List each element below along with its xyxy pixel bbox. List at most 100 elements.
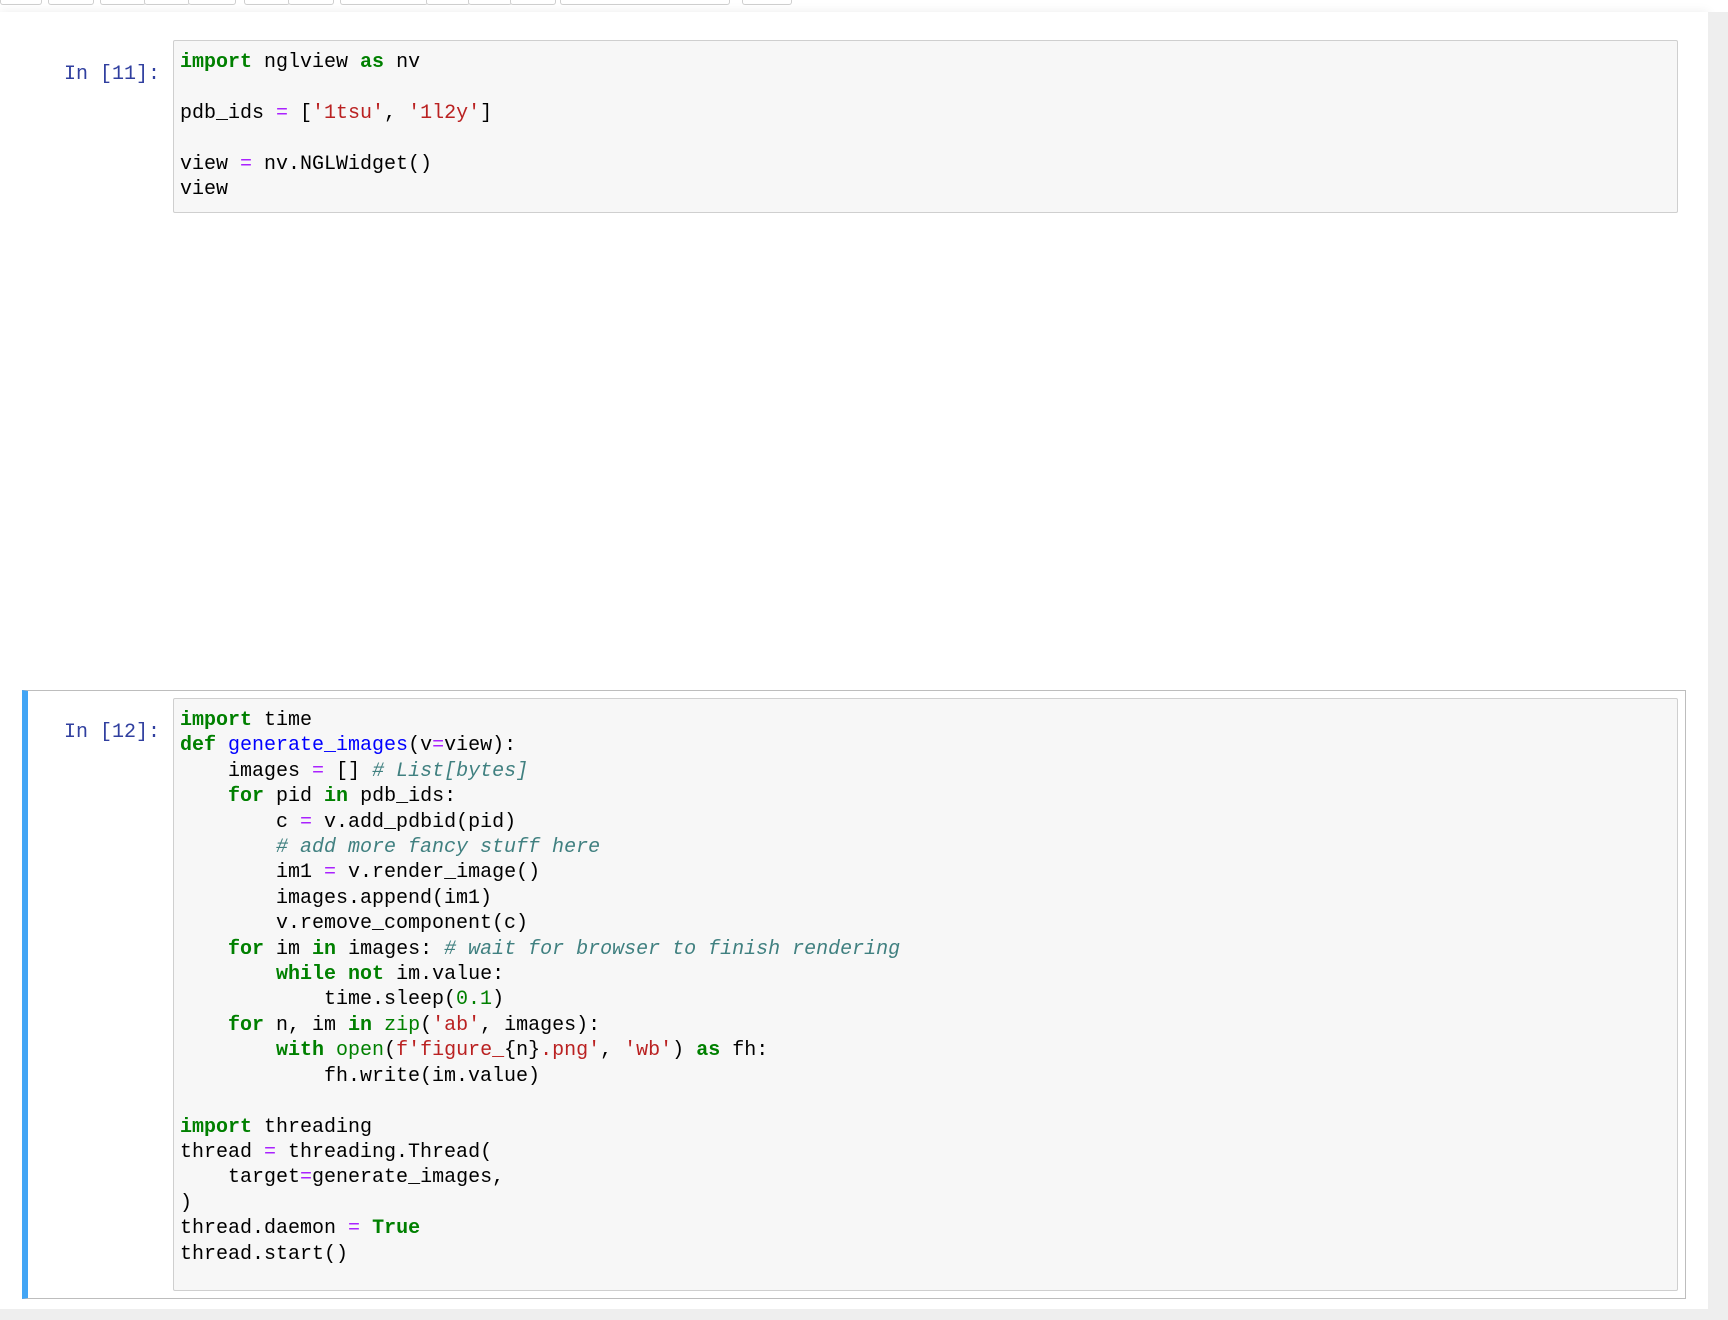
token: (v: [408, 734, 433, 758]
token: True: [372, 1217, 421, 1241]
token: time: [252, 709, 313, 732]
token: {n}: [504, 1039, 541, 1063]
token: v.add_pdbid(pid): [312, 810, 517, 834]
token: =: [324, 861, 337, 885]
notebook-container: In [11]: import nglview as nv pdb_ids = …: [0, 12, 1708, 1309]
toolbar-button[interactable]: [244, 0, 290, 5]
token: pid: [264, 785, 325, 809]
token: ,: [384, 101, 409, 125]
token: =: [348, 1217, 361, 1241]
token: generate_images: [228, 734, 409, 758]
token: =: [276, 101, 289, 125]
code-text[interactable]: import time def generate_images(v=view):…: [174, 699, 1677, 1276]
token: # add more fancy stuff here: [276, 836, 601, 860]
token: thread: [180, 1140, 265, 1164]
toolbar-button[interactable]: [288, 0, 334, 5]
token: [: [288, 101, 313, 125]
token: import: [180, 1115, 253, 1139]
toolbar-button[interactable]: [340, 0, 428, 5]
token: pdb_ids:: [348, 785, 457, 809]
token: view: [180, 178, 229, 202]
toolbar-button[interactable]: [742, 0, 792, 5]
token: =: [432, 734, 445, 758]
code-text[interactable]: import nglview as nv pdb_ids = ['1tsu', …: [174, 41, 1677, 211]
token: 0.1: [456, 988, 493, 1012]
token: f'figure_: [396, 1039, 505, 1063]
token: import: [180, 51, 253, 74]
token: (: [384, 1039, 397, 1063]
token: import: [180, 709, 253, 732]
token: def: [180, 734, 217, 758]
widget-output-area[interactable]: [173, 217, 1678, 672]
toolbar-button[interactable]: [0, 0, 42, 5]
token: images.append(im1): [180, 886, 493, 910]
token: nv.NGLWidget(): [252, 152, 433, 176]
token: im1: [180, 861, 325, 885]
toolbar-button[interactable]: [48, 0, 94, 5]
token: im.value:: [384, 963, 505, 987]
token: open: [336, 1039, 385, 1063]
token: as: [360, 51, 385, 74]
toolbar-button[interactable]: [144, 0, 190, 5]
token: fh:: [720, 1039, 769, 1063]
token: for: [228, 785, 265, 809]
token: in: [324, 785, 349, 809]
token: c: [180, 810, 301, 834]
toolbar-button[interactable]: [510, 0, 556, 5]
page-scroll-gutter: [1708, 12, 1728, 1309]
page-bottom-margin: [0, 1309, 1728, 1320]
token: for: [228, 937, 265, 961]
token: =: [240, 152, 253, 176]
token: =: [300, 810, 313, 834]
cell-type-dropdown[interactable]: [560, 0, 730, 5]
token: in: [348, 1013, 373, 1037]
token: []: [324, 759, 373, 783]
token: as: [696, 1039, 721, 1063]
token: im: [264, 937, 313, 961]
token: n, im: [264, 1013, 349, 1037]
toolbar-button[interactable]: [426, 0, 470, 5]
token: (: [420, 1013, 433, 1037]
token: 'wb': [624, 1039, 673, 1063]
token: generate_images,: [312, 1166, 505, 1190]
token: threading: [252, 1115, 373, 1139]
token: target: [180, 1166, 301, 1190]
token: =: [264, 1140, 277, 1164]
token: thread.start(): [180, 1242, 349, 1266]
token: images: [180, 759, 313, 783]
token: view):: [444, 734, 517, 758]
token: 'ab': [432, 1013, 481, 1037]
token: v.render_image(): [336, 861, 541, 885]
code-input[interactable]: import nglview as nv pdb_ids = ['1tsu', …: [173, 40, 1678, 213]
token: , images):: [480, 1013, 601, 1037]
toolbar-button[interactable]: [100, 0, 146, 5]
token: '1l2y': [408, 101, 481, 125]
code-input[interactable]: import time def generate_images(v=view):…: [173, 698, 1678, 1291]
token: pdb_ids: [180, 101, 277, 125]
token: in: [312, 937, 337, 961]
token: for: [228, 1013, 265, 1037]
token: not: [348, 963, 385, 987]
token: nv: [384, 51, 421, 74]
token: ,: [600, 1039, 625, 1063]
token: =: [312, 759, 325, 783]
toolbar-button[interactable]: [468, 0, 512, 5]
token: images:: [336, 937, 445, 961]
token: ): [492, 988, 505, 1012]
token: while: [276, 963, 337, 987]
token: with: [276, 1039, 325, 1063]
input-prompt: In [11]:: [63, 63, 160, 86]
token: time.sleep(: [180, 988, 457, 1012]
token: threading.Thread(: [276, 1140, 493, 1164]
input-prompt: In [12]:: [63, 721, 160, 744]
token: '1tsu': [312, 101, 385, 125]
token: fh.write(im.value): [180, 1064, 541, 1088]
token: zip: [384, 1013, 421, 1037]
token: view: [180, 152, 241, 176]
toolbar-button[interactable]: [188, 0, 236, 5]
token: ): [180, 1191, 193, 1215]
token: =: [300, 1166, 313, 1190]
token: nglview: [252, 51, 361, 74]
token: # wait for browser to finish rendering: [444, 937, 901, 961]
token: # List[bytes]: [372, 759, 529, 783]
